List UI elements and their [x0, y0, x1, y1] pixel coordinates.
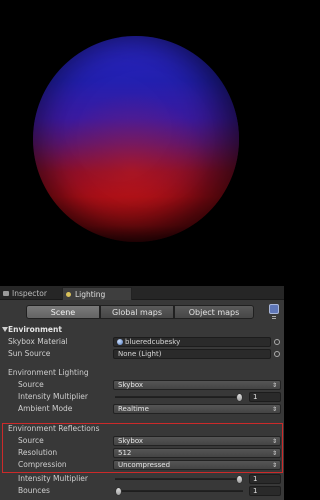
sun-source-label: Sun Source: [8, 349, 51, 358]
reflection-source-value: Skybox: [118, 437, 144, 445]
lighting-intensity-row: Intensity Multiplier 1: [0, 391, 284, 403]
auto-generate-icon[interactable]: [269, 304, 279, 314]
lighting-intensity-label: Intensity Multiplier: [18, 392, 88, 401]
slider-thumb[interactable]: [236, 475, 243, 484]
lighting-icon: [66, 292, 71, 297]
reflection-compression-row: Compression Uncompressed ⇕: [0, 459, 284, 471]
reflection-resolution-label: Resolution: [18, 448, 58, 457]
dropdown-arrow-icon: ⇕: [271, 462, 277, 469]
dropdown-arrow-icon: ⇕: [271, 450, 277, 457]
reflection-source-dropdown[interactable]: Skybox ⇕: [113, 436, 281, 446]
reflection-compression-value: Uncompressed: [118, 461, 171, 469]
skybox-material-row: Skybox Material blueredcubesky: [0, 336, 284, 348]
skybox-material-field[interactable]: blueredcubesky: [113, 337, 271, 347]
global-maps-button[interactable]: Global maps: [100, 305, 174, 319]
bounces-slider[interactable]: [115, 487, 243, 496]
reflection-resolution-dropdown[interactable]: 512 ⇕: [113, 448, 281, 458]
lighting-source-label: Source: [18, 380, 44, 389]
material-icon: [117, 339, 123, 345]
reflection-source-label: Source: [18, 436, 44, 445]
sun-source-field[interactable]: None (Light): [113, 349, 271, 359]
skybox-sphere-preview: [33, 36, 239, 242]
environment-reflections-label: Environment Reflections: [8, 424, 100, 433]
object-picker-icon[interactable]: [274, 339, 280, 345]
reflection-resolution-row: Resolution 512 ⇕: [0, 447, 284, 459]
environment-reflections-header: Environment Reflections: [0, 423, 284, 435]
lighting-source-dropdown[interactable]: Skybox ⇕: [113, 380, 281, 390]
object-picker-icon[interactable]: [274, 351, 280, 357]
skybox-material-label: Skybox Material: [8, 337, 68, 346]
dropdown-arrow-icon: ⇕: [271, 438, 277, 445]
reflection-intensity-row: Intensity Multiplier 1: [0, 473, 284, 485]
tab-bar: Inspector Lighting: [0, 286, 284, 300]
slider-thumb[interactable]: [115, 487, 122, 496]
inspector-icon: [3, 291, 9, 296]
bounces-input[interactable]: 1: [249, 486, 281, 496]
tab-lighting[interactable]: Lighting: [62, 287, 132, 300]
scene-preview: [0, 0, 284, 286]
tab-lighting-label: Lighting: [75, 290, 106, 299]
environment-header[interactable]: Environment: [0, 324, 284, 336]
lighting-toolbar: Scene Global maps Object maps: [0, 300, 284, 324]
scene-button[interactable]: Scene: [26, 305, 100, 319]
bounces-row: Bounces 1: [0, 485, 284, 497]
tab-inspector-label: Inspector: [12, 289, 47, 298]
reflection-intensity-label: Intensity Multiplier: [18, 474, 88, 483]
environment-lighting-header: Environment Lighting: [0, 367, 284, 379]
environment-lighting-label: Environment Lighting: [8, 368, 89, 377]
ambient-mode-value: Realtime: [118, 405, 149, 413]
reflection-intensity-slider[interactable]: [115, 475, 243, 484]
dropdown-arrow-icon: ⇕: [271, 406, 277, 413]
object-maps-button[interactable]: Object maps: [174, 305, 254, 319]
reflection-compression-label: Compression: [18, 460, 67, 469]
dropdown-arrow-icon: ⇕: [271, 382, 277, 389]
ambient-mode-dropdown[interactable]: Realtime ⇕: [113, 404, 281, 414]
lighting-intensity-input[interactable]: 1: [249, 392, 281, 402]
environment-header-label: Environment: [8, 325, 62, 334]
menu-dots-icon[interactable]: [272, 316, 276, 319]
tab-inspector[interactable]: Inspector: [0, 287, 60, 300]
reflection-resolution-value: 512: [118, 449, 132, 457]
reflection-intensity-input[interactable]: 1: [249, 474, 281, 484]
lighting-source-value: Skybox: [118, 381, 144, 389]
sun-source-value: None (Light): [118, 350, 162, 358]
skybox-material-value: blueredcubesky: [125, 338, 181, 346]
slider-thumb[interactable]: [236, 393, 243, 402]
reflection-compression-dropdown[interactable]: Uncompressed ⇕: [113, 460, 281, 470]
ambient-mode-row: Ambient Mode Realtime ⇕: [0, 403, 284, 415]
lighting-source-row: Source Skybox ⇕: [0, 379, 284, 391]
ambient-mode-label: Ambient Mode: [18, 404, 73, 413]
lighting-intensity-slider[interactable]: [115, 393, 243, 402]
bounces-label: Bounces: [18, 486, 50, 495]
reflection-source-row: Source Skybox ⇕: [0, 435, 284, 447]
sun-source-row: Sun Source None (Light): [0, 348, 284, 360]
